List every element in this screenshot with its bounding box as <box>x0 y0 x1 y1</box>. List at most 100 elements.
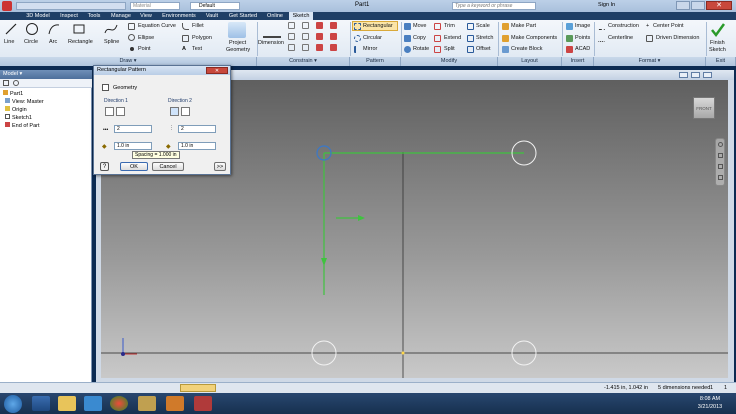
project-geometry-label-2[interactable]: Geometry <box>226 47 250 53</box>
tab-vault[interactable]: Vault <box>202 12 222 20</box>
trim-button[interactable]: Trim <box>444 23 455 29</box>
close-button[interactable]: ✕ <box>706 1 732 10</box>
tree-item-part1[interactable]: Part1 <box>3 90 23 97</box>
move-button[interactable]: Move <box>413 23 426 29</box>
finish-sketch-label-1[interactable]: Finish <box>710 40 725 46</box>
offset-button[interactable]: Offset <box>476 46 491 52</box>
symmetric-icon[interactable] <box>316 44 323 51</box>
collinear-icon[interactable] <box>302 22 309 29</box>
create-block-button[interactable]: Create Block <box>511 46 543 52</box>
doc-restore-button[interactable] <box>691 72 700 78</box>
app-taskbar-icon[interactable] <box>138 396 156 411</box>
perpendicular-icon[interactable] <box>302 33 309 40</box>
find-icon[interactable] <box>13 80 19 86</box>
stretch-button[interactable]: Stretch <box>476 35 493 41</box>
rotate-button[interactable]: Rotate <box>413 46 429 52</box>
smooth-icon[interactable] <box>302 44 309 51</box>
construction-button[interactable]: Construction <box>608 23 639 29</box>
tab-sketch[interactable]: Sketch <box>289 12 313 20</box>
center-point-button[interactable]: Center Point <box>653 23 684 29</box>
rectangular-pattern-button[interactable]: Rectangular <box>363 23 393 29</box>
copy-button[interactable]: Copy <box>413 35 426 41</box>
acad-button[interactable]: ACAD <box>575 46 590 52</box>
media-taskbar-icon[interactable] <box>84 396 102 411</box>
search-input[interactable]: Type a keyword or phrase <box>452 2 536 10</box>
tab-get-started[interactable]: Get Started <box>225 12 261 20</box>
tangent-icon[interactable] <box>288 44 295 51</box>
vertical-icon[interactable] <box>330 33 337 40</box>
tab-online[interactable]: Online <box>263 12 287 20</box>
pan-icon[interactable] <box>718 153 723 158</box>
make-part-button[interactable]: Make Part <box>511 23 536 29</box>
horizontal-icon[interactable] <box>316 33 323 40</box>
tree-item-sketch1[interactable]: Sketch1 <box>5 114 32 121</box>
tab-tools[interactable]: Tools <box>84 12 104 20</box>
steering-wheel-icon[interactable] <box>718 142 723 147</box>
material-select[interactable]: Material <box>130 2 180 10</box>
polygon-button[interactable]: Polygon <box>192 35 212 41</box>
text-button[interactable]: Text <box>192 46 202 52</box>
minimize-button[interactable] <box>676 1 690 10</box>
viewcube[interactable]: FRONT <box>693 97 715 119</box>
direction1-count-input[interactable]: 2 <box>114 125 152 133</box>
direction1-flip-button[interactable] <box>116 107 125 116</box>
equation-curve-button[interactable]: Equation Curve <box>138 23 176 29</box>
line-button[interactable]: Line <box>4 39 14 45</box>
concentric-icon[interactable] <box>316 22 323 29</box>
start-button[interactable] <box>4 395 22 413</box>
dialog-close-button[interactable]: ✕ <box>206 67 228 74</box>
browser-header[interactable]: Model ▾ <box>0 70 92 79</box>
inventor-taskbar-icon[interactable] <box>166 396 184 411</box>
arc-button[interactable]: Arc <box>49 39 57 45</box>
sign-in-link[interactable]: Sign In <box>598 2 615 8</box>
coincident-icon[interactable] <box>288 22 295 29</box>
zoom-icon[interactable] <box>718 164 723 169</box>
tree-item-end-of-part[interactable]: End of Part <box>5 122 40 129</box>
ok-button[interactable]: OK <box>120 162 148 171</box>
tab-inspect[interactable]: Inspect <box>57 12 81 20</box>
geometry-select-icon[interactable] <box>102 84 109 91</box>
rectangle-button[interactable]: Rectangle <box>68 39 93 45</box>
doc-minimize-button[interactable] <box>679 72 688 78</box>
app-logo-icon[interactable] <box>2 1 12 11</box>
tab-3d-model[interactable]: 3D Model <box>22 12 54 20</box>
ie-taskbar-icon[interactable] <box>32 396 50 411</box>
point-button[interactable]: Point <box>138 46 151 52</box>
tab-manage[interactable]: Manage <box>108 12 134 20</box>
panel-constrain[interactable]: Constrain ▾ <box>257 57 350 66</box>
tab-environments[interactable]: Environments <box>158 12 200 20</box>
mirror-button[interactable]: Mirror <box>363 46 377 52</box>
more-options-button[interactable]: >> <box>214 162 226 171</box>
orbit-icon[interactable] <box>718 175 723 180</box>
spline-button[interactable]: Spline <box>104 39 119 45</box>
tab-part1-doc[interactable] <box>180 384 216 392</box>
make-components-button[interactable]: Make Components <box>511 35 557 41</box>
direction2-path-button[interactable] <box>170 107 179 116</box>
split-button[interactable]: Split <box>444 46 455 52</box>
circular-pattern-button[interactable]: Circular <box>363 35 382 41</box>
direction1-spacing-input[interactable]: 1.0 in <box>114 142 152 150</box>
direction2-count-input[interactable]: 2 <box>178 125 216 133</box>
direction2-flip-button[interactable] <box>181 107 190 116</box>
doc-close-button[interactable] <box>703 72 712 78</box>
centerline-button[interactable]: Centerline <box>608 35 633 41</box>
cancel-button[interactable]: Cancel <box>152 162 184 171</box>
equal-icon[interactable] <box>330 44 337 51</box>
appearance-select[interactable]: Default <box>190 2 240 10</box>
ellipse-button[interactable]: Ellipse <box>138 35 154 41</box>
tree-item-origin[interactable]: Origin <box>5 106 27 113</box>
maximize-button[interactable] <box>691 1 705 10</box>
tab-view[interactable]: View <box>137 12 155 20</box>
help-icon[interactable]: ? <box>100 162 109 171</box>
tree-item-view-master[interactable]: View: Master <box>5 98 44 105</box>
panel-format[interactable]: Format ▾ <box>594 57 706 66</box>
explorer-taskbar-icon[interactable] <box>58 396 76 411</box>
quick-access-toolbar[interactable] <box>16 2 126 10</box>
fix-icon[interactable] <box>330 22 337 29</box>
direction2-spacing-input[interactable]: 1.0 in <box>178 142 216 150</box>
navigation-bar[interactable] <box>715 138 725 186</box>
finish-sketch-label-2[interactable]: Sketch <box>709 47 726 53</box>
circle-button[interactable]: Circle <box>24 39 38 45</box>
scale-button[interactable]: Scale <box>476 23 490 29</box>
dimension-button[interactable]: Dimension <box>258 40 284 46</box>
